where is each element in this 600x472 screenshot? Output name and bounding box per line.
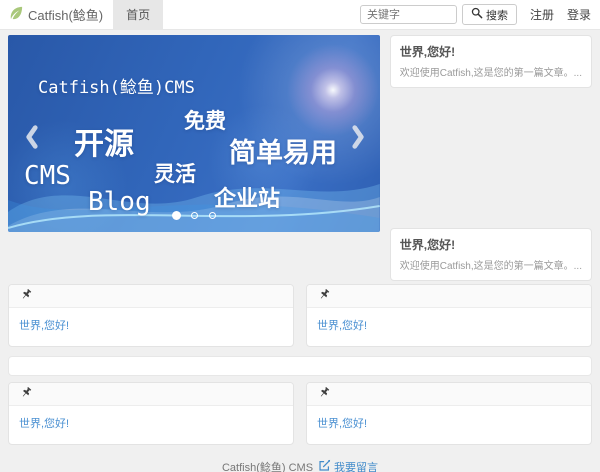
search-icon <box>471 7 483 22</box>
sidebar-article-title[interactable]: 世界,您好! <box>400 43 582 60</box>
leaf-icon <box>9 6 23 23</box>
page-footer: Catfish(鲶鱼) CMS 我要留言 <box>8 445 592 472</box>
cards-row-1: 世界,您好! 世界,您好! <box>8 284 592 347</box>
search-button[interactable]: 搜索 <box>462 4 517 25</box>
carousel-dots <box>8 207 380 225</box>
article-link[interactable]: 世界,您好! <box>19 418 69 430</box>
banner-keyword-cms: CMS <box>24 161 71 191</box>
site-logo[interactable]: Catfish(鲶鱼) <box>0 0 113 29</box>
chevron-left-icon[interactable] <box>24 123 39 156</box>
cards-row-2: 世界,您好! 世界,您好! <box>8 382 592 445</box>
article-card: 世界,您好! <box>306 382 592 445</box>
article-card: 世界,您好! <box>8 382 294 445</box>
carousel-banner[interactable]: Catfish(鲶鱼)CMS 开源 免费 简单易用 CMS 灵活 Blog 企业… <box>8 35 380 232</box>
footer-site-name: Catfish(鲶鱼) CMS <box>222 459 313 472</box>
article-link[interactable]: 世界,您好! <box>317 320 367 332</box>
pin-icon <box>14 383 35 405</box>
top-navbar: Catfish(鲶鱼) 首页 搜索 注册 登录 <box>0 0 600 30</box>
header-right: 搜索 注册 登录 <box>360 0 600 29</box>
leave-message-label: 我要留言 <box>334 459 378 472</box>
edit-icon <box>318 459 331 472</box>
banner-title: Catfish(鲶鱼)CMS <box>38 73 195 98</box>
banner-keyword-free: 免费 <box>184 105 226 135</box>
sidebar-article-excerpt: 欢迎使用Catfish,这是您的第一篇文章。... <box>400 64 582 79</box>
article-link[interactable]: 世界,您好! <box>317 418 367 430</box>
login-link[interactable]: 登录 <box>567 6 591 23</box>
sidebar-panel-article-2[interactable]: 世界,您好! 欢迎使用Catfish,这是您的第一篇文章。... <box>390 228 592 281</box>
pin-icon <box>14 285 35 307</box>
card-body: 世界,您好! <box>9 406 293 444</box>
search-input[interactable] <box>360 5 457 24</box>
carousel-dot-2[interactable] <box>191 212 198 219</box>
empty-links-bar <box>8 356 592 376</box>
sidebar: 世界,您好! 欢迎使用Catfish,这是您的第一篇文章。... 世界,您好! … <box>390 35 592 281</box>
card-header <box>307 383 591 406</box>
main-content: Catfish(鲶鱼)CMS 开源 免费 简单易用 CMS 灵活 Blog 企业… <box>0 30 600 472</box>
nav-tab-home[interactable]: 首页 <box>113 0 163 29</box>
sidebar-panel-article-1[interactable]: 世界,您好! 欢迎使用Catfish,这是您的第一篇文章。... <box>390 35 592 88</box>
site-logo-text: Catfish(鲶鱼) <box>28 5 103 24</box>
banner-keyword-easy: 简单易用 <box>229 131 337 170</box>
pin-icon <box>312 285 333 307</box>
card-header <box>9 285 293 308</box>
article-link[interactable]: 世界,您好! <box>19 320 69 332</box>
card-body: 世界,您好! <box>9 308 293 346</box>
carousel-dot-1[interactable] <box>172 211 181 220</box>
article-card: 世界,您好! <box>306 284 592 347</box>
sidebar-article-excerpt: 欢迎使用Catfish,这是您的第一篇文章。... <box>400 257 582 272</box>
register-link[interactable]: 注册 <box>530 6 554 23</box>
pin-icon <box>312 383 333 405</box>
sidebar-article-title[interactable]: 世界,您好! <box>400 236 582 253</box>
banner-keyword-flexible: 灵活 <box>154 158 196 188</box>
card-header <box>307 285 591 308</box>
card-body: 世界,您好! <box>307 308 591 346</box>
leave-message-link[interactable]: 我要留言 <box>318 459 378 472</box>
article-card: 世界,您好! <box>8 284 294 347</box>
card-body: 世界,您好! <box>307 406 591 444</box>
banner-keyword-opensource: 开源 <box>74 119 134 163</box>
search-button-label: 搜索 <box>486 7 508 23</box>
carousel-dot-3[interactable] <box>209 212 216 219</box>
card-header <box>9 383 293 406</box>
chevron-right-icon[interactable] <box>351 123 366 156</box>
